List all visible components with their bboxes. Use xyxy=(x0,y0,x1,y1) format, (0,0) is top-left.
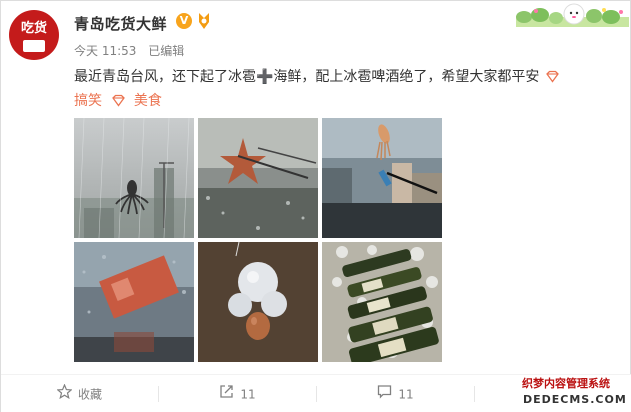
decorative-banner-image xyxy=(516,3,629,27)
topic-link-funny[interactable]: 搞笑 xyxy=(74,93,102,109)
octopus-in-rain-image[interactable] xyxy=(74,118,194,238)
beer-bottles-in-hail-image[interactable] xyxy=(322,242,442,362)
weibo-post-card: 吃货 青岛吃货大鲜 V 今天 11:53 已编辑 最近青岛台风，还下起了冰雹➕海… xyxy=(0,0,631,412)
site-watermark: 织梦内容管理系统 DEDECMS.COM xyxy=(520,373,630,411)
post-text: 最近青岛台风，还下起了冰雹➕海鲜，配上冰雹啤酒绝了，希望大家都平安 搞笑 美食 xyxy=(74,65,619,113)
edited-label: 已编辑 xyxy=(148,44,185,58)
repost-button[interactable]: 11 xyxy=(159,375,316,412)
post-body: 最近青岛台风，还下起了冰雹➕海鲜，配上冰雹啤酒绝了，希望大家都平安 xyxy=(74,69,540,85)
topic-link-food[interactable]: 美食 xyxy=(134,93,162,109)
member-level-icon xyxy=(197,12,211,30)
verified-icon: V xyxy=(176,13,192,29)
repost-count: 11 xyxy=(240,387,256,402)
post-time[interactable]: 今天 11:53 xyxy=(74,44,136,58)
favorite-label: 收藏 xyxy=(77,387,102,402)
watermark-line1: 织梦内容管理系统 xyxy=(522,377,610,390)
avatar[interactable]: 吃货 xyxy=(9,10,59,60)
comment-button[interactable]: 11 xyxy=(317,375,474,412)
starfish-on-windshield-image[interactable] xyxy=(198,118,318,238)
repost-icon xyxy=(219,376,234,412)
comment-count: 11 xyxy=(398,387,414,402)
topic-icon xyxy=(546,67,559,83)
nickname[interactable]: 青岛吃货大鲜 xyxy=(74,13,167,34)
post-meta: 今天 11:53 已编辑 xyxy=(74,42,192,59)
avatar-tag-shape xyxy=(23,40,45,52)
divider xyxy=(474,386,475,402)
banknote-on-window-image[interactable] xyxy=(74,242,194,362)
topic-icon xyxy=(112,91,126,107)
squid-on-windshield-image[interactable] xyxy=(322,118,442,238)
comment-icon xyxy=(377,376,392,412)
watermark-line2: DEDECMS.COM xyxy=(523,393,627,406)
hailstones-and-egg-image[interactable] xyxy=(198,242,318,362)
star-icon xyxy=(56,376,73,412)
favorite-button[interactable]: 收藏 xyxy=(1,375,158,412)
